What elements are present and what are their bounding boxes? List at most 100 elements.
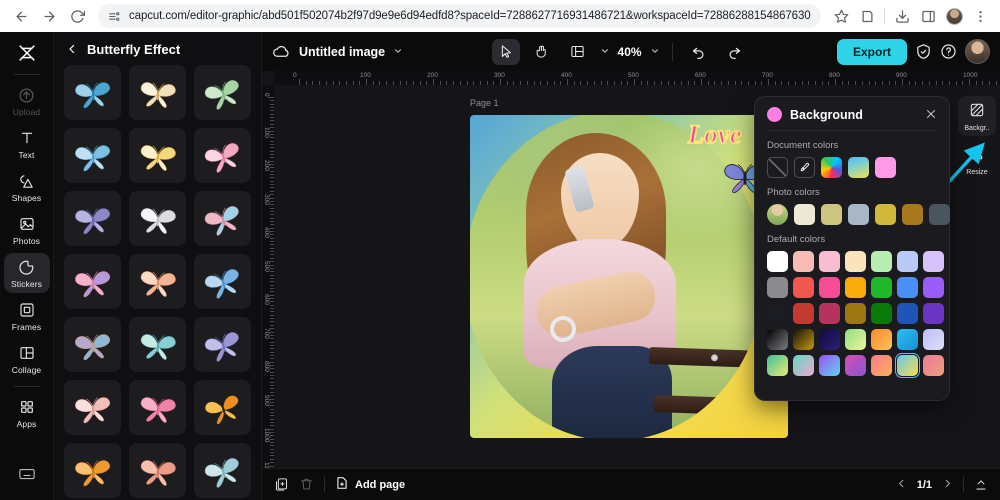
layout-chevron-down-icon[interactable] [600,46,610,58]
browser-forward-button[interactable] [36,3,62,29]
color-swatch-light-peach[interactable] [845,251,866,272]
layout-tool[interactable] [564,39,592,65]
zoom-chevron-down-icon[interactable] [650,46,660,58]
color-swatch-rainbow-gradient[interactable] [821,157,842,178]
color-swatch-cyan-blue-gradient[interactable] [897,329,918,350]
color-swatch-khaki[interactable] [821,204,842,225]
capcut-logo-icon[interactable] [13,40,41,66]
bookmark-star-icon[interactable] [829,4,853,28]
color-swatch-purple-cyan-gradient[interactable] [819,355,840,376]
color-swatch-dark-purple[interactable] [923,303,944,324]
expand-panel-icon[interactable] [974,478,988,492]
previous-page-chevron-left-icon[interactable] [896,478,907,492]
sticker-item[interactable] [129,380,186,435]
export-button[interactable]: Export [837,38,908,65]
cloud-save-icon[interactable] [272,42,291,61]
shield-check-icon[interactable] [915,43,932,60]
color-swatch-blue-yellow-gradient[interactable] [848,157,869,178]
document-menu-chevron-down-icon[interactable] [393,46,403,58]
sticker-item[interactable] [64,191,121,246]
sticker-item[interactable] [64,380,121,435]
color-swatch-dark-red[interactable] [793,303,814,324]
color-swatch-dark-gold[interactable] [845,303,866,324]
address-bar[interactable]: capcut.com/editor-graphic/abd501f502074b… [98,4,821,28]
color-swatch-no-color[interactable] [767,157,788,178]
browser-profile-avatar[interactable] [942,4,966,28]
color-swatch-green-yellow-gradient[interactable] [845,329,866,350]
hand-pan-tool[interactable] [528,39,556,65]
background-tool-button[interactable]: Backgr.. [958,96,996,136]
color-swatch-dark-green[interactable] [871,303,892,324]
duplicate-page-icon[interactable] [274,477,289,492]
sticker-item[interactable] [194,443,251,498]
resize-tool-button[interactable]: Resize [958,140,996,180]
sticker-item[interactable] [64,65,121,120]
color-swatch-black-grey-gradient[interactable] [767,329,788,350]
color-swatch-steel-blue-grey[interactable] [848,204,869,225]
browser-reload-button[interactable] [64,3,90,29]
love-text-layer[interactable]: Love [687,119,742,150]
color-swatch-coral-red[interactable] [793,277,814,298]
sticker-item[interactable] [194,317,251,372]
color-swatch-blue-yellow-gradient-2[interactable] [895,353,920,378]
redo-button[interactable] [721,39,749,65]
sidebar-item-upload[interactable]: Upload [4,81,50,121]
sticker-item[interactable] [194,65,251,120]
color-swatch-orange[interactable] [845,277,866,298]
pink-circle-swatch-icon[interactable] [767,107,782,122]
download-icon[interactable] [890,4,914,28]
color-swatch-light-salmon[interactable] [793,251,814,272]
sticker-item[interactable] [129,65,186,120]
browser-back-button[interactable] [8,3,34,29]
help-circle-icon[interactable] [940,43,957,60]
color-swatch-rose-gradient[interactable] [923,355,944,376]
color-swatch-light-green[interactable] [871,251,892,272]
color-swatch-purple[interactable] [923,277,944,298]
color-swatch-magenta-purple-gradient[interactable] [845,355,866,376]
sidebar-item-text[interactable]: Text [4,124,50,164]
undo-button[interactable] [685,39,713,65]
color-swatch-light-blue[interactable] [897,251,918,272]
color-swatch-green[interactable] [871,277,892,298]
sticker-item[interactable] [64,128,121,183]
panel-back-button[interactable] [66,43,78,57]
color-swatch-hot-pink[interactable] [819,277,840,298]
photo-woman-on-phone[interactable] [470,115,764,438]
color-swatch-dark-blue[interactable] [897,303,918,324]
zoom-level[interactable]: 40% [618,45,642,59]
sticker-item[interactable] [129,317,186,372]
color-swatch-mint-pink-gradient[interactable] [793,355,814,376]
user-avatar[interactable] [965,39,991,64]
color-swatch-pink-orange-gradient[interactable] [871,355,892,376]
delete-page-icon[interactable] [299,477,314,492]
sticker-item[interactable] [64,443,121,498]
color-swatch-blue[interactable] [897,277,918,298]
document-name[interactable]: Untitled image [299,45,385,59]
color-swatch-maroon-pink[interactable] [819,303,840,324]
sidebar-item-stickers[interactable]: Stickers [3,253,50,293]
sidebar-item-shapes[interactable]: Shapes [4,167,50,207]
color-swatch-navy-gradient[interactable] [819,329,840,350]
color-swatch-pink[interactable] [875,157,896,178]
next-page-chevron-right-icon[interactable] [942,478,953,492]
color-swatch-eyedropper[interactable] [794,157,815,178]
sticker-item[interactable] [129,254,186,309]
color-swatch-teal-yellow-gradient[interactable] [767,355,788,376]
sticker-item[interactable] [64,317,121,372]
cursor-select-tool[interactable] [491,38,520,65]
artboard[interactable]: Love [470,115,788,438]
color-swatch-white[interactable] [767,251,788,272]
add-page-button[interactable]: Add page [335,476,405,493]
color-swatch-lavender-gradient[interactable] [923,329,944,350]
sticker-item[interactable] [194,128,251,183]
color-swatch-gold[interactable] [875,204,896,225]
site-settings-icon[interactable] [108,10,121,23]
sidebar-item-frames[interactable]: Frames [4,296,50,336]
color-swatch-near-black[interactable] [767,303,788,324]
color-swatch-light-pink[interactable] [819,251,840,272]
color-swatch-slate[interactable] [929,204,950,225]
side-panel-icon[interactable] [916,4,940,28]
color-swatch-photo-thumbnail[interactable] [767,204,788,225]
color-swatch-black-gold-gradient[interactable] [793,329,814,350]
color-swatch-light-purple[interactable] [923,251,944,272]
